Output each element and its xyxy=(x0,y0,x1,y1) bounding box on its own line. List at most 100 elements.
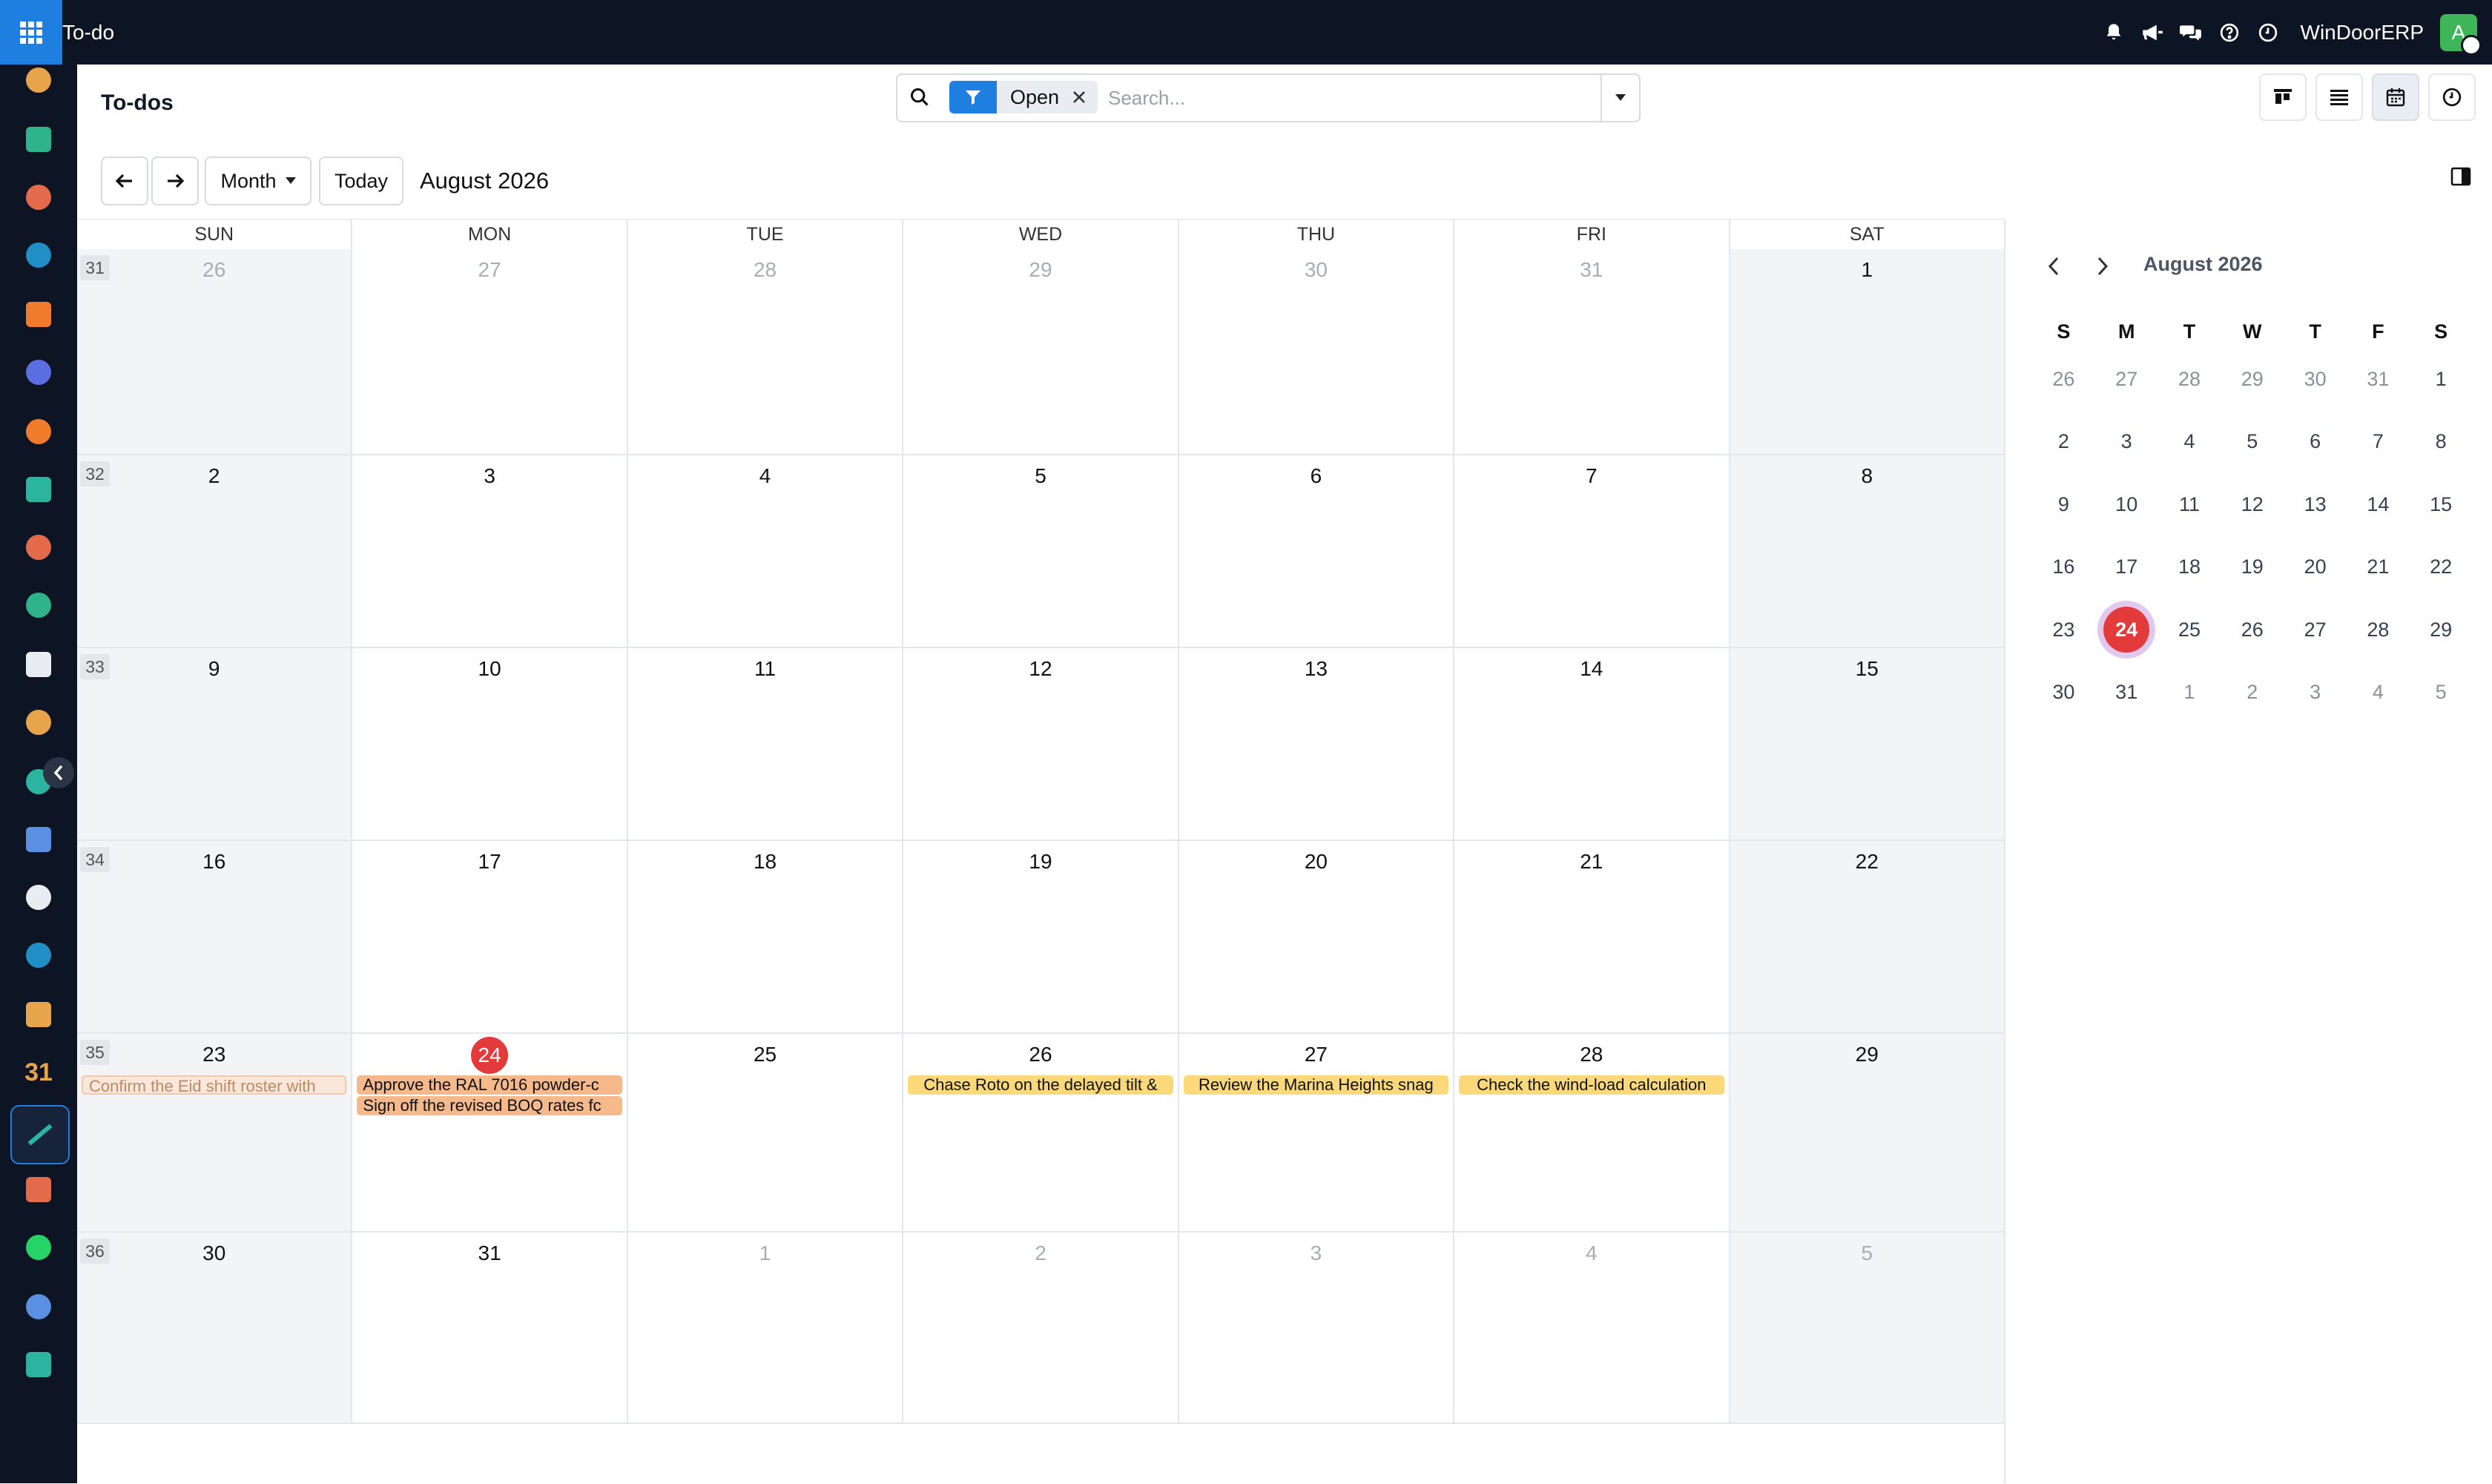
sidebar-collapse-button[interactable] xyxy=(43,757,74,788)
mini-day[interactable]: 24 xyxy=(2095,607,2158,653)
day-cell[interactable]: 31 xyxy=(1454,249,1730,454)
rail-livechat-app[interactable] xyxy=(19,412,58,451)
day-number[interactable]: 1 xyxy=(628,1240,902,1267)
list-view-button[interactable] xyxy=(2315,73,2363,121)
rail-todo-app[interactable] xyxy=(10,1105,70,1164)
day-number[interactable]: 3 xyxy=(1179,1240,1453,1267)
day-number[interactable]: 31 xyxy=(1454,257,1728,283)
rail-dashboard-app[interactable] xyxy=(19,236,58,274)
day-number[interactable]: 2 xyxy=(903,1240,1177,1267)
mini-day[interactable]: 21 xyxy=(2347,555,2410,578)
mini-day[interactable]: 9 xyxy=(2032,493,2095,516)
mini-day[interactable]: 15 xyxy=(2410,493,2473,516)
rail-whatsapp-app[interactable] xyxy=(19,1228,58,1267)
rail-email-marketing-app[interactable] xyxy=(19,353,58,392)
mini-day[interactable]: 3 xyxy=(2095,430,2158,453)
mini-day[interactable]: 20 xyxy=(2284,555,2347,578)
day-cell[interactable]: 1 xyxy=(628,1233,904,1422)
day-number[interactable]: 5 xyxy=(1730,1240,2004,1267)
day-number[interactable]: 9 xyxy=(77,656,351,682)
day-number[interactable]: 22 xyxy=(1730,848,2004,875)
facet-remove-button[interactable] xyxy=(1072,90,1086,104)
day-number[interactable]: 27 xyxy=(1179,1041,1453,1068)
day-cell[interactable]: 34 16 xyxy=(77,841,353,1032)
day-number[interactable]: 21 xyxy=(1454,848,1728,875)
mini-day[interactable]: 5 xyxy=(2410,681,2473,704)
day-cell[interactable]: 11 xyxy=(628,648,904,840)
day-number[interactable]: 3 xyxy=(352,463,626,489)
day-cell[interactable]: 30 xyxy=(1179,249,1455,454)
search-facet[interactable]: Open xyxy=(949,81,1098,113)
day-number[interactable]: 7 xyxy=(1454,463,1728,489)
day-cell[interactable]: 3 xyxy=(352,455,628,647)
rail-invoicing-app[interactable] xyxy=(19,936,58,975)
rail-project-app[interactable] xyxy=(19,470,58,509)
rail-spreadsheet-app[interactable] xyxy=(19,1170,58,1209)
mini-day[interactable]: 11 xyxy=(2158,493,2221,516)
day-cell[interactable]: 6 xyxy=(1179,455,1455,647)
day-cell[interactable]: 2 xyxy=(903,1233,1179,1422)
rail-timesheet-app[interactable] xyxy=(19,1287,58,1326)
day-cell[interactable]: 17 xyxy=(352,841,628,1032)
day-cell[interactable]: 29 xyxy=(903,249,1179,454)
rail-crm-app[interactable] xyxy=(19,703,58,742)
day-cell[interactable]: 31 xyxy=(352,1233,628,1422)
day-cell[interactable]: 1 xyxy=(1730,249,2004,454)
mini-day[interactable]: 4 xyxy=(2158,430,2221,453)
app-title[interactable]: To-do xyxy=(62,0,114,65)
day-cell[interactable]: 27 Review the Marina Heights snag xyxy=(1179,1034,1455,1231)
mini-day[interactable]: 30 xyxy=(2284,368,2347,391)
announcements-button[interactable] xyxy=(2133,0,2172,65)
day-number[interactable]: 29 xyxy=(1730,1041,2004,1068)
day-number[interactable]: 4 xyxy=(1454,1240,1728,1267)
day-number[interactable]: 23 xyxy=(77,1041,351,1068)
mini-day[interactable]: 4 xyxy=(2347,681,2410,704)
rail-website-app[interactable] xyxy=(19,1345,58,1384)
day-cell[interactable]: 27 xyxy=(352,249,628,454)
day-cell[interactable]: 24 Approve the RAL 7016 powder-c Sign off … xyxy=(352,1034,628,1231)
mini-day[interactable]: 1 xyxy=(2158,681,2221,704)
app-menu-button[interactable] xyxy=(0,0,62,65)
next-period-button[interactable] xyxy=(151,156,199,205)
day-number[interactable]: 4 xyxy=(628,463,902,489)
mini-day[interactable]: 10 xyxy=(2095,493,2158,516)
rail-discuss-app[interactable] xyxy=(19,295,58,334)
rail-employees-app[interactable] xyxy=(19,586,58,624)
rail-knowledge-app[interactable] xyxy=(19,820,58,859)
day-cell[interactable]: 29 xyxy=(1730,1034,2004,1231)
mini-day[interactable]: 31 xyxy=(2347,368,2410,391)
mini-day[interactable]: 6 xyxy=(2284,430,2347,453)
mini-day[interactable]: 18 xyxy=(2158,555,2221,578)
day-number[interactable]: 10 xyxy=(352,656,626,682)
day-number[interactable]: 5 xyxy=(903,463,1177,489)
day-number[interactable]: 27 xyxy=(352,257,626,283)
mini-day[interactable]: 27 xyxy=(2095,368,2158,391)
mini-day[interactable]: 13 xyxy=(2284,493,2347,516)
notifications-button[interactable] xyxy=(2094,0,2133,65)
mini-day[interactable]: 3 xyxy=(2284,681,2347,704)
day-number[interactable]: 13 xyxy=(1179,656,1453,682)
day-number[interactable]: 17 xyxy=(352,848,626,875)
mini-day[interactable]: 29 xyxy=(2410,619,2473,642)
day-cell[interactable]: 5 xyxy=(903,455,1179,647)
mini-day[interactable]: 22 xyxy=(2410,555,2473,578)
scale-dropdown[interactable]: Month xyxy=(205,156,312,205)
messages-button[interactable] xyxy=(2172,0,2210,65)
user-avatar[interactable]: A xyxy=(2440,13,2482,56)
day-cell[interactable]: 5 xyxy=(1730,1233,2004,1422)
day-cell[interactable]: 13 xyxy=(1179,648,1455,840)
mini-day[interactable]: 29 xyxy=(2221,368,2284,391)
day-number[interactable]: 1 xyxy=(1730,257,2004,283)
rail-inventory-app[interactable] xyxy=(19,645,58,684)
mini-day[interactable]: 14 xyxy=(2347,493,2410,516)
calendar-event[interactable]: Approve the RAL 7016 powder-c xyxy=(357,1075,622,1095)
mini-day[interactable]: 17 xyxy=(2095,555,2158,578)
rail-sales-app[interactable] xyxy=(19,61,58,99)
mini-day[interactable]: 28 xyxy=(2347,619,2410,642)
rail-team-app[interactable] xyxy=(19,995,58,1034)
day-cell[interactable]: 3 xyxy=(1179,1233,1455,1422)
day-cell[interactable]: 7 xyxy=(1454,455,1730,647)
mini-day[interactable]: 5 xyxy=(2221,430,2284,453)
day-number[interactable]: 15 xyxy=(1730,656,2004,682)
calendar-event[interactable]: Sign off the revised BOQ rates fc xyxy=(357,1096,622,1115)
